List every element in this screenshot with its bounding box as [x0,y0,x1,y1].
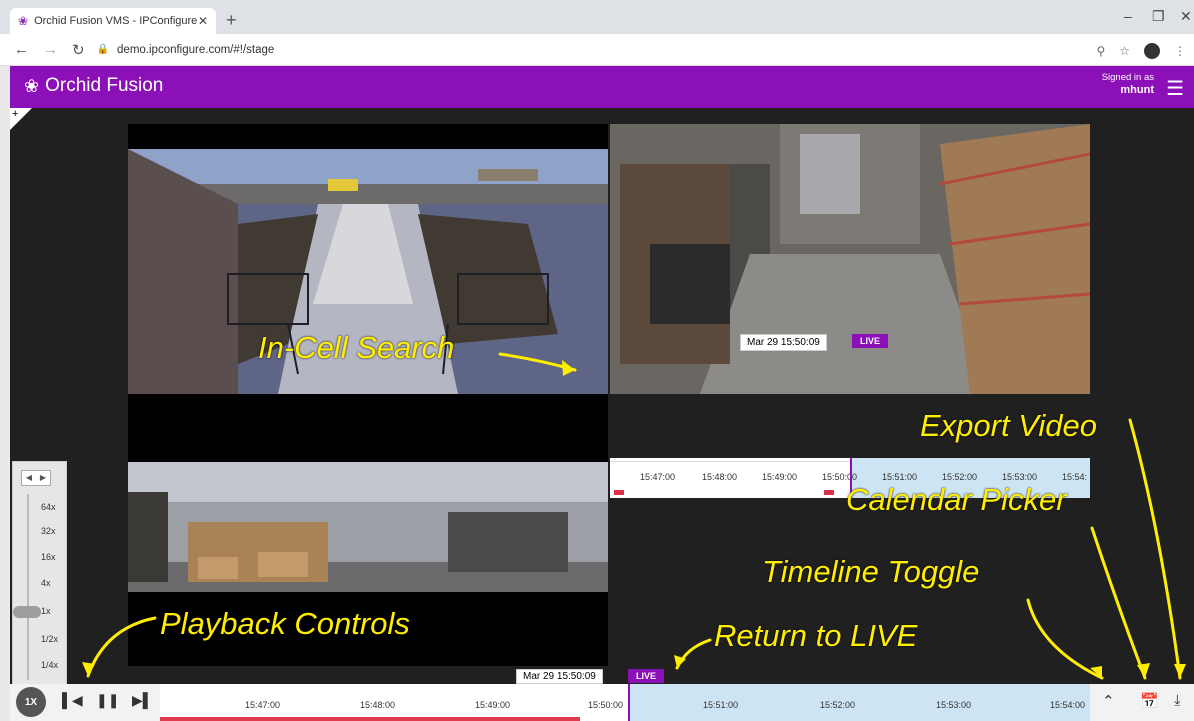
bookmark-star-icon[interactable]: ☆ [1119,44,1130,58]
address-bar: ← → ↻ 🔒 demo.ipconfigure.com/#!/stage ⚲ … [0,34,1194,66]
arrow-timeline-toggle [1026,598,1104,680]
arrowhead [1174,664,1186,678]
logo-text: Orchid Fusion [45,75,164,96]
arrow-calendar-picker [1090,526,1147,680]
signed-in-info: Signed in as mhunt [1102,72,1154,96]
tab-title: Orchid Fusion VMS - IPConfigure [34,15,198,27]
browser-menu-icon[interactable]: ⋮ [1174,44,1186,58]
profile-avatar[interactable] [1144,43,1160,59]
orchid-logo-icon: ❀ [24,75,40,96]
forward-icon[interactable]: → [43,41,58,58]
minimize-icon[interactable]: – [1124,8,1132,24]
url-text: demo.ipconfigure.com/#!/stage [117,43,275,56]
annotation-export-video: Export Video [920,408,1097,443]
annotation-return-to-live: Return to LIVE [714,618,918,653]
username: mhunt [1120,84,1154,96]
orchid-favicon-icon: ❀ [18,14,29,28]
annotation-calendar-picker: Calendar Picker [846,482,1067,517]
url-field[interactable]: 🔒 demo.ipconfigure.com/#!/stage [97,44,275,56]
screenshot-frame: ❀ Orchid Fusion VMS - IPConfigure ✕ + – … [0,0,1194,721]
lock-icon: 🔒 [96,44,110,55]
menu-icon[interactable]: ☰ [1166,76,1184,101]
annotation-in-cell-search: In-Cell Search [258,330,455,365]
arrow-playback-controls [86,616,157,678]
arrowhead [82,662,95,676]
new-tab-icon[interactable]: + [226,10,237,31]
annotation-timeline-toggle: Timeline Toggle [762,554,980,589]
signed-in-label: Signed in as [1101,72,1154,83]
app-logo[interactable]: ❀ Orchid Fusion [24,75,163,97]
annotation-playback-controls: Playback Controls [160,606,410,641]
back-icon[interactable]: ← [14,41,29,58]
reload-icon[interactable]: ↻ [72,41,85,59]
video-stage: + 15:47:00 15:48:00 15:49:00 15:50:00 15… [10,108,1194,721]
arrow-return-to-live [675,638,712,670]
arrow-export-video [1128,418,1182,680]
zoom-icon[interactable]: ⚲ [1096,44,1105,58]
restore-icon[interactable]: ❐ [1152,8,1165,25]
browser-tab[interactable]: ❀ Orchid Fusion VMS - IPConfigure ✕ [10,8,216,34]
app-header: ❀ Orchid Fusion Signed in as mhunt ☰ [10,66,1194,108]
close-tab-icon[interactable]: ✕ [198,14,208,28]
close-window-icon[interactable]: ✕ [1180,8,1192,25]
browser-actions: ⚲ ☆ ⋮ [1096,43,1186,59]
browser-tabstrip: ❀ Orchid Fusion VMS - IPConfigure ✕ + – … [0,0,1194,34]
